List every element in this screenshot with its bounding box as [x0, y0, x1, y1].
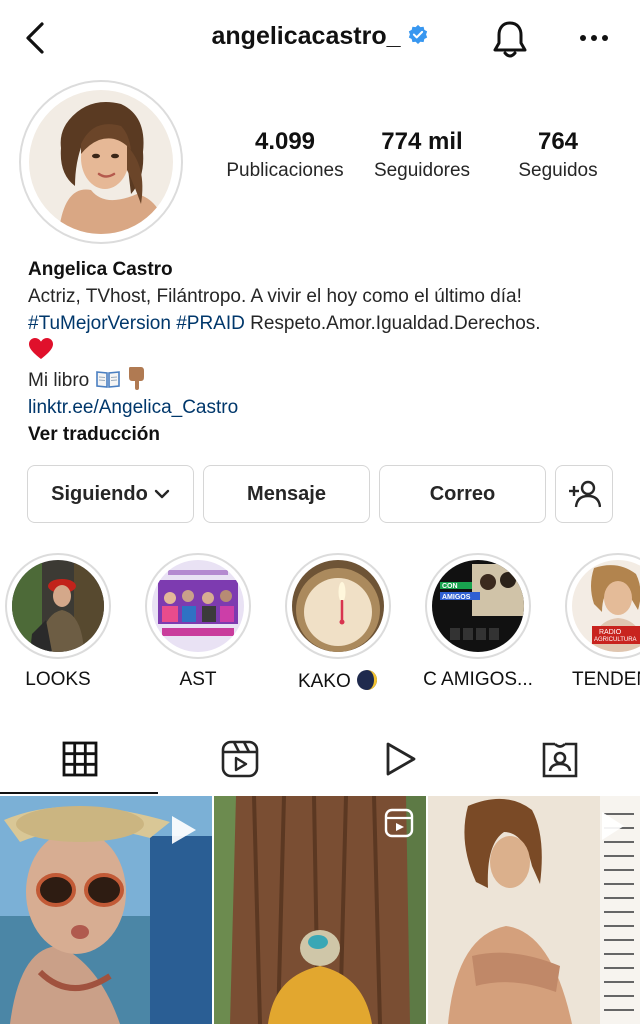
moon-icon — [357, 670, 378, 690]
highlight-label-text: KAKO — [297, 671, 351, 692]
more-options-button[interactable] — [572, 22, 616, 52]
story-highlight[interactable]: CON AMIGOS C AMIGOS... — [422, 553, 534, 691]
profile-username: angelicacastro_ — [211, 22, 401, 50]
video-play-icon — [386, 742, 416, 776]
profile-bio: Angelica Castro Actriz, TVhost, Filántro… — [28, 256, 628, 448]
hashtag-link[interactable]: #PRAID — [176, 313, 245, 334]
stat-posts[interactable]: 4.099 Publicaciones — [218, 128, 352, 182]
following-button-label: Siguiendo — [51, 482, 148, 505]
story-highlight[interactable]: RADIO AGRICULTURA TENDENC — [562, 553, 640, 691]
profile-avatar — [29, 90, 173, 234]
stat-following-value: 764 — [537, 128, 579, 155]
highlight-cover-ring: RADIO AGRICULTURA — [565, 553, 640, 659]
bio-heart-line — [28, 337, 628, 365]
bio-hashtags-line: #TuMejorVersion #PRAID Respeto.Amor.Igua… — [28, 310, 628, 337]
highlight-cover-image — [12, 560, 104, 652]
highlight-label: KAKO — [282, 669, 394, 693]
pointing-down-hand-icon — [128, 367, 144, 390]
message-button[interactable]: Mensaje — [203, 465, 370, 523]
email-button-label: Correo — [429, 482, 496, 505]
verified-badge-icon — [408, 25, 427, 45]
highlight-cover-ring — [285, 553, 391, 659]
story-highlight[interactable]: AST — [142, 553, 254, 691]
profile-full-name: Angelica Castro — [28, 259, 173, 280]
post-thumbnail[interactable] — [428, 796, 640, 1024]
bio-book-label: Mi libro — [28, 370, 90, 391]
highlight-cover-text: AGRICULTURA — [594, 637, 637, 643]
highlight-cover-ring: CON AMIGOS — [425, 553, 531, 659]
tab-tagged[interactable] — [480, 724, 640, 794]
email-button[interactable]: Correo — [379, 465, 546, 523]
see-translation-link[interactable]: Ver traducción — [28, 424, 160, 445]
add-user-icon — [569, 480, 601, 508]
suggested-users-button[interactable] — [555, 465, 613, 523]
profile-username-row: angelicacastro_ — [0, 22, 640, 51]
grid-icon — [62, 741, 98, 777]
post-thumbnail[interactable] — [214, 796, 426, 1024]
bio-book-line: Mi libro — [28, 365, 628, 394]
story-highlight[interactable]: LOOKS — [2, 553, 114, 691]
highlight-cover-text: AMIGOS — [442, 594, 471, 601]
stat-posts-value: 4.099 — [254, 128, 316, 155]
highlight-label: LOOKS — [25, 669, 91, 690]
stat-followers-value: 774 mil — [381, 128, 463, 155]
highlight-label: AST — [179, 669, 217, 690]
bio-text: Respeto.Amor.Igualdad.Derechos. — [244, 313, 541, 334]
highlight-cover-text: CON — [442, 583, 458, 590]
stat-posts-label: Publicaciones — [226, 160, 344, 181]
tab-reels[interactable] — [160, 724, 320, 794]
stat-followers[interactable]: 774 mil Seguidores — [362, 128, 482, 182]
more-horizontal-icon — [580, 35, 608, 41]
red-heart-icon — [29, 338, 53, 359]
highlight-cover-image — [152, 560, 244, 652]
reels-icon — [221, 740, 259, 778]
chevron-down-icon — [154, 489, 170, 499]
tab-posts-grid[interactable] — [0, 724, 160, 794]
tab-videos[interactable] — [320, 724, 480, 794]
profile-avatar-ring[interactable] — [19, 80, 183, 244]
bio-line: Actriz, TVhost, Filántropo. A vivir el h… — [28, 286, 522, 307]
stat-following-label: Seguidos — [518, 160, 598, 181]
highlight-cover-image — [292, 560, 384, 652]
stat-following[interactable]: 764 Seguidos — [500, 128, 616, 182]
bio-external-link[interactable]: linktr.ee/Angelica_Castro — [28, 397, 238, 418]
highlight-label: C AMIGOS... — [423, 669, 533, 690]
highlight-label: TENDENC — [572, 669, 640, 690]
highlight-cover-ring — [5, 553, 111, 659]
posts-grid — [0, 796, 640, 1024]
notifications-button[interactable] — [490, 18, 530, 62]
hashtag-link[interactable]: #TuMejorVersion — [28, 313, 171, 334]
highlight-cover-text: RADIO — [599, 629, 622, 636]
following-button[interactable]: Siguiendo — [27, 465, 194, 523]
active-tab-indicator — [0, 792, 158, 794]
open-book-icon — [95, 371, 120, 388]
post-thumbnail[interactable] — [0, 796, 212, 1024]
tagged-icon — [542, 742, 578, 778]
highlight-cover-image: CON AMIGOS — [432, 560, 524, 652]
profile-content-tabs — [0, 724, 640, 794]
bell-icon — [493, 21, 527, 58]
highlight-cover-image: RADIO AGRICULTURA — [572, 560, 640, 652]
stat-followers-label: Seguidores — [373, 160, 471, 181]
story-highlight[interactable]: KAKO — [282, 553, 394, 693]
highlight-cover-ring — [145, 553, 251, 659]
message-button-label: Mensaje — [247, 482, 326, 505]
profile-header: angelicacastro_ — [0, 0, 640, 80]
